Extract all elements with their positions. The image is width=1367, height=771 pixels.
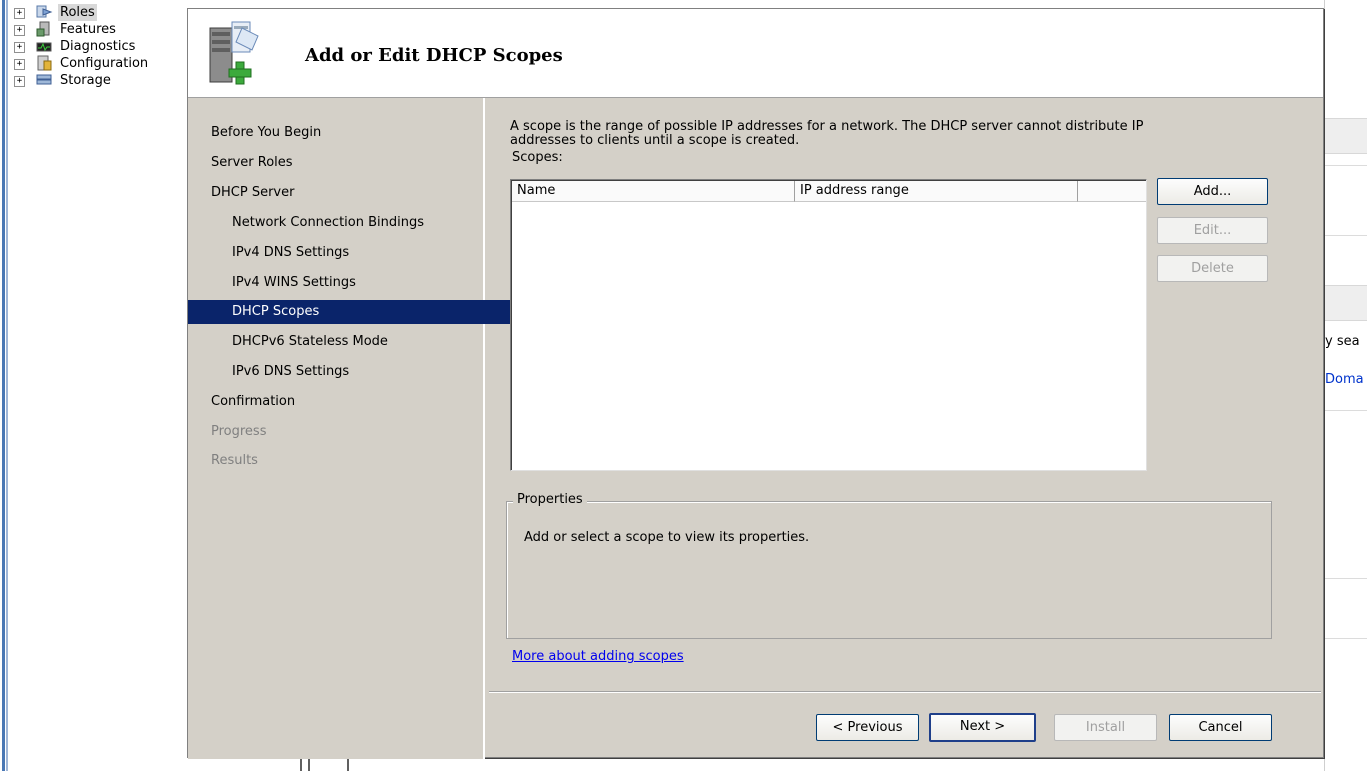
column-header-empty[interactable] <box>1078 181 1146 202</box>
wizard-content: A scope is the range of possible IP addr… <box>487 98 1323 759</box>
nav-server-roles[interactable]: Server Roles <box>188 151 508 175</box>
server-add-icon <box>209 21 259 85</box>
tree-item-storage[interactable]: + Storage <box>14 72 184 89</box>
cancel-button[interactable]: Cancel <box>1169 714 1272 741</box>
properties-text: Add or select a scope to view its proper… <box>524 530 810 545</box>
background-panel: y sea Doma <box>1324 0 1367 771</box>
install-button: Install <box>1054 714 1157 741</box>
server-manager-tree: + Roles + Features + Diagnostics + Confi… <box>14 4 184 89</box>
diagnostics-icon <box>36 42 52 52</box>
description-line: A scope is the range of possible IP addr… <box>510 119 1144 134</box>
roles-icon <box>36 5 53 18</box>
tree-item-label: Storage <box>60 73 111 88</box>
window-edge <box>0 0 10 771</box>
properties-legend: Properties <box>513 492 587 507</box>
nav-ipv4-dns-settings[interactable]: IPv4 DNS Settings <box>188 241 529 265</box>
nav-ipv4-wins-settings[interactable]: IPv4 WINS Settings <box>188 271 529 295</box>
storage-icon <box>36 74 52 85</box>
column-header-name[interactable]: Name <box>512 181 795 202</box>
expand-icon[interactable]: + <box>14 25 25 36</box>
tree-item-label: Configuration <box>60 56 149 71</box>
add-edit-dhcp-scopes-dialog: Add or Edit DHCP Scopes Before You Begin… <box>187 8 1324 759</box>
more-about-adding-scopes-link[interactable]: More about adding scopes <box>512 649 684 664</box>
previous-button[interactable]: < Previous <box>816 714 919 741</box>
panel-text: y sea <box>1325 334 1360 349</box>
tree-item-label: Roles <box>58 4 97 21</box>
panel-header <box>1325 285 1367 321</box>
wizard-header: Add or Edit DHCP Scopes <box>188 9 1323 98</box>
nav-network-connection-bindings[interactable]: Network Connection Bindings <box>188 211 529 235</box>
properties-group <box>506 501 1272 639</box>
tree-item-label: Features <box>60 22 116 37</box>
configuration-icon <box>37 55 52 71</box>
edit-button: Edit... <box>1157 217 1268 244</box>
tree-item-label: Diagnostics <box>60 39 136 54</box>
next-button[interactable]: Next > <box>929 713 1036 742</box>
features-icon <box>36 21 50 37</box>
tree-item-features[interactable]: + Features <box>14 21 184 38</box>
tree-item-diagnostics[interactable]: + Diagnostics <box>14 38 184 55</box>
wizard-title: Add or Edit DHCP Scopes <box>305 45 563 66</box>
nav-dhcp-scopes[interactable]: DHCP Scopes <box>188 300 529 324</box>
scope-description: A scope is the range of possible IP addr… <box>510 120 1230 148</box>
footer-separator <box>489 691 1321 693</box>
expand-icon[interactable]: + <box>14 76 25 87</box>
panel-link[interactable]: Doma <box>1325 372 1367 387</box>
wizard-navigation: Before You Begin Server Roles DHCP Serve… <box>188 98 529 759</box>
expand-icon[interactable]: + <box>14 42 25 53</box>
scopes-list[interactable]: Name IP address range <box>510 179 1147 471</box>
description-line: addresses to clients until a scope is cr… <box>510 133 800 148</box>
background-frame <box>300 757 360 771</box>
delete-button: Delete <box>1157 255 1268 282</box>
nav-ipv6-dns-settings[interactable]: IPv6 DNS Settings <box>188 360 529 384</box>
panel-header <box>1325 118 1367 154</box>
nav-confirmation[interactable]: Confirmation <box>188 390 508 414</box>
expand-icon[interactable]: + <box>14 8 25 19</box>
nav-dhcpv6-stateless-mode[interactable]: DHCPv6 Stateless Mode <box>188 330 529 354</box>
nav-progress: Progress <box>211 424 267 439</box>
tree-item-configuration[interactable]: + Configuration <box>14 55 184 72</box>
nav-dhcp-server[interactable]: DHCP Server <box>188 181 508 205</box>
tree-item-roles[interactable]: + Roles <box>14 4 184 21</box>
add-button[interactable]: Add... <box>1157 178 1268 205</box>
nav-before-you-begin[interactable]: Before You Begin <box>188 121 508 145</box>
expand-icon[interactable]: + <box>14 59 25 70</box>
nav-results: Results <box>211 453 258 468</box>
column-header-ip-range[interactable]: IP address range <box>795 181 1078 202</box>
scopes-label: Scopes: <box>512 150 563 165</box>
